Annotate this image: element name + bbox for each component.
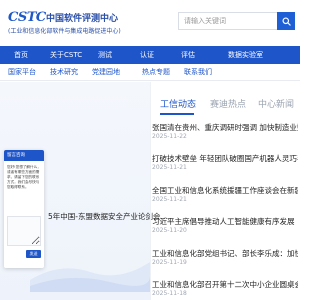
tab-center-news[interactable]: 中心新闻 bbox=[258, 96, 294, 116]
sub-nav: 国家平台 技术研究 党建园地 热点专题 联系我们 bbox=[0, 64, 300, 81]
popup-message: 您好!您想了解什么，或者有哪些方面的需求，请留下您的联系方式，我们会尽快与您取得… bbox=[7, 165, 41, 189]
news-title[interactable]: 工业和信息化部党组书记、部长李乐成：加快推进… bbox=[152, 248, 298, 259]
news-date: 2025-11-18 bbox=[152, 290, 187, 297]
list-item[interactable]: 全国工业和信息化系统援疆工作座谈会在新疆召开 2025-11-21 bbox=[152, 185, 300, 209]
search-button[interactable] bbox=[277, 12, 295, 30]
logo-subtitle: (工业和信息化部软件与集成电路促进中心) bbox=[8, 28, 121, 35]
popup-header: 留言咨询 bbox=[4, 150, 44, 161]
site-logo[interactable]: CSTC 中国软件评测中心 (工业和信息化部软件与集成电路促进中心) bbox=[8, 8, 156, 38]
nav-item-home[interactable]: 首页 bbox=[14, 46, 28, 64]
subnav-item-tech-research[interactable]: 技术研究 bbox=[50, 64, 78, 81]
message-input[interactable] bbox=[7, 216, 41, 246]
active-tab-indicator bbox=[160, 113, 194, 115]
news-tabs: 工信动态 赛迪热点 中心新闻 bbox=[152, 96, 300, 116]
news-date: 2025-11-19 bbox=[152, 259, 187, 266]
send-button[interactable]: 发送 bbox=[26, 250, 41, 258]
list-item[interactable]: 张国清在贵州、重庆调研时强调 加快制造业数智化… 2025-11-22 bbox=[152, 122, 300, 146]
news-title[interactable]: 张国清在贵州、重庆调研时强调 加快制造业数智化… bbox=[152, 122, 298, 133]
list-item[interactable]: 习近平主席倡导推动人工智能健康有序发展 2025-11-20 bbox=[152, 216, 300, 240]
popup-title: 留言咨询 bbox=[7, 153, 25, 158]
nav-item-data-lab[interactable]: 数据实验室 bbox=[228, 46, 263, 64]
subnav-item-contact[interactable]: 联系我们 bbox=[184, 64, 212, 81]
news-date: 2025-11-20 bbox=[152, 227, 187, 234]
list-item[interactable]: 打破技术壁垒 年轻团队破圈国产机器人灵巧手 2025-11-21 bbox=[152, 153, 300, 177]
news-date: 2025-11-21 bbox=[152, 196, 187, 203]
news-date: 2025-11-22 bbox=[152, 133, 187, 140]
list-item[interactable]: 工业和信息化部党组书记、部长李乐成：加快推进… 2025-11-19 bbox=[152, 248, 300, 272]
news-title[interactable]: 习近平主席倡导推动人工智能健康有序发展 bbox=[152, 216, 298, 227]
news-list: 张国清在贵州、重庆调研时强调 加快制造业数智化… 2025-11-22 打破技术… bbox=[152, 116, 300, 300]
nav-item-about[interactable]: 关于CSTC bbox=[50, 46, 82, 64]
site-header: CSTC 中国软件评测中心 (工业和信息化部软件与集成电路促进中心) bbox=[0, 0, 300, 46]
subnav-item-hot-topics[interactable]: 热点专题 bbox=[142, 64, 170, 81]
news-title[interactable]: 工业和信息化部召开第十二次中小企业圆桌会议 bbox=[152, 279, 298, 290]
subnav-item-party-building[interactable]: 党建园地 bbox=[92, 64, 120, 81]
search-icon bbox=[281, 16, 291, 26]
list-item[interactable]: 工业和信息化部召开第十二次中小企业圆桌会议 2025-11-18 bbox=[152, 279, 300, 300]
column-divider bbox=[150, 82, 151, 300]
logo-name: 中国软件评测中心 bbox=[46, 14, 119, 24]
news-title[interactable]: 全国工业和信息化系统援疆工作座谈会在新疆召开 bbox=[152, 185, 298, 196]
nav-item-testing[interactable]: 测试 bbox=[98, 46, 112, 64]
nav-item-evaluation[interactable]: 评估 bbox=[181, 46, 195, 64]
nav-item-certification[interactable]: 认证 bbox=[140, 46, 154, 64]
news-date: 2025-11-21 bbox=[152, 164, 187, 171]
message-popup: 留言咨询 您好!您想了解什么，或者有哪些方面的需求，请留下您的联系方式，我们会尽… bbox=[4, 150, 44, 268]
tab-ccid-hot[interactable]: 赛迪热点 bbox=[210, 96, 246, 116]
logo-mark: CSTC bbox=[8, 10, 46, 25]
subnav-item-national-platform[interactable]: 国家平台 bbox=[8, 64, 36, 81]
main-nav: 首页 关于CSTC 测试 认证 评估 数据实验室 bbox=[0, 46, 300, 64]
search-input[interactable] bbox=[178, 12, 278, 30]
news-title[interactable]: 打破技术壁垒 年轻团队破圈国产机器人灵巧手 bbox=[152, 153, 298, 164]
banner-decoration bbox=[30, 262, 150, 292]
